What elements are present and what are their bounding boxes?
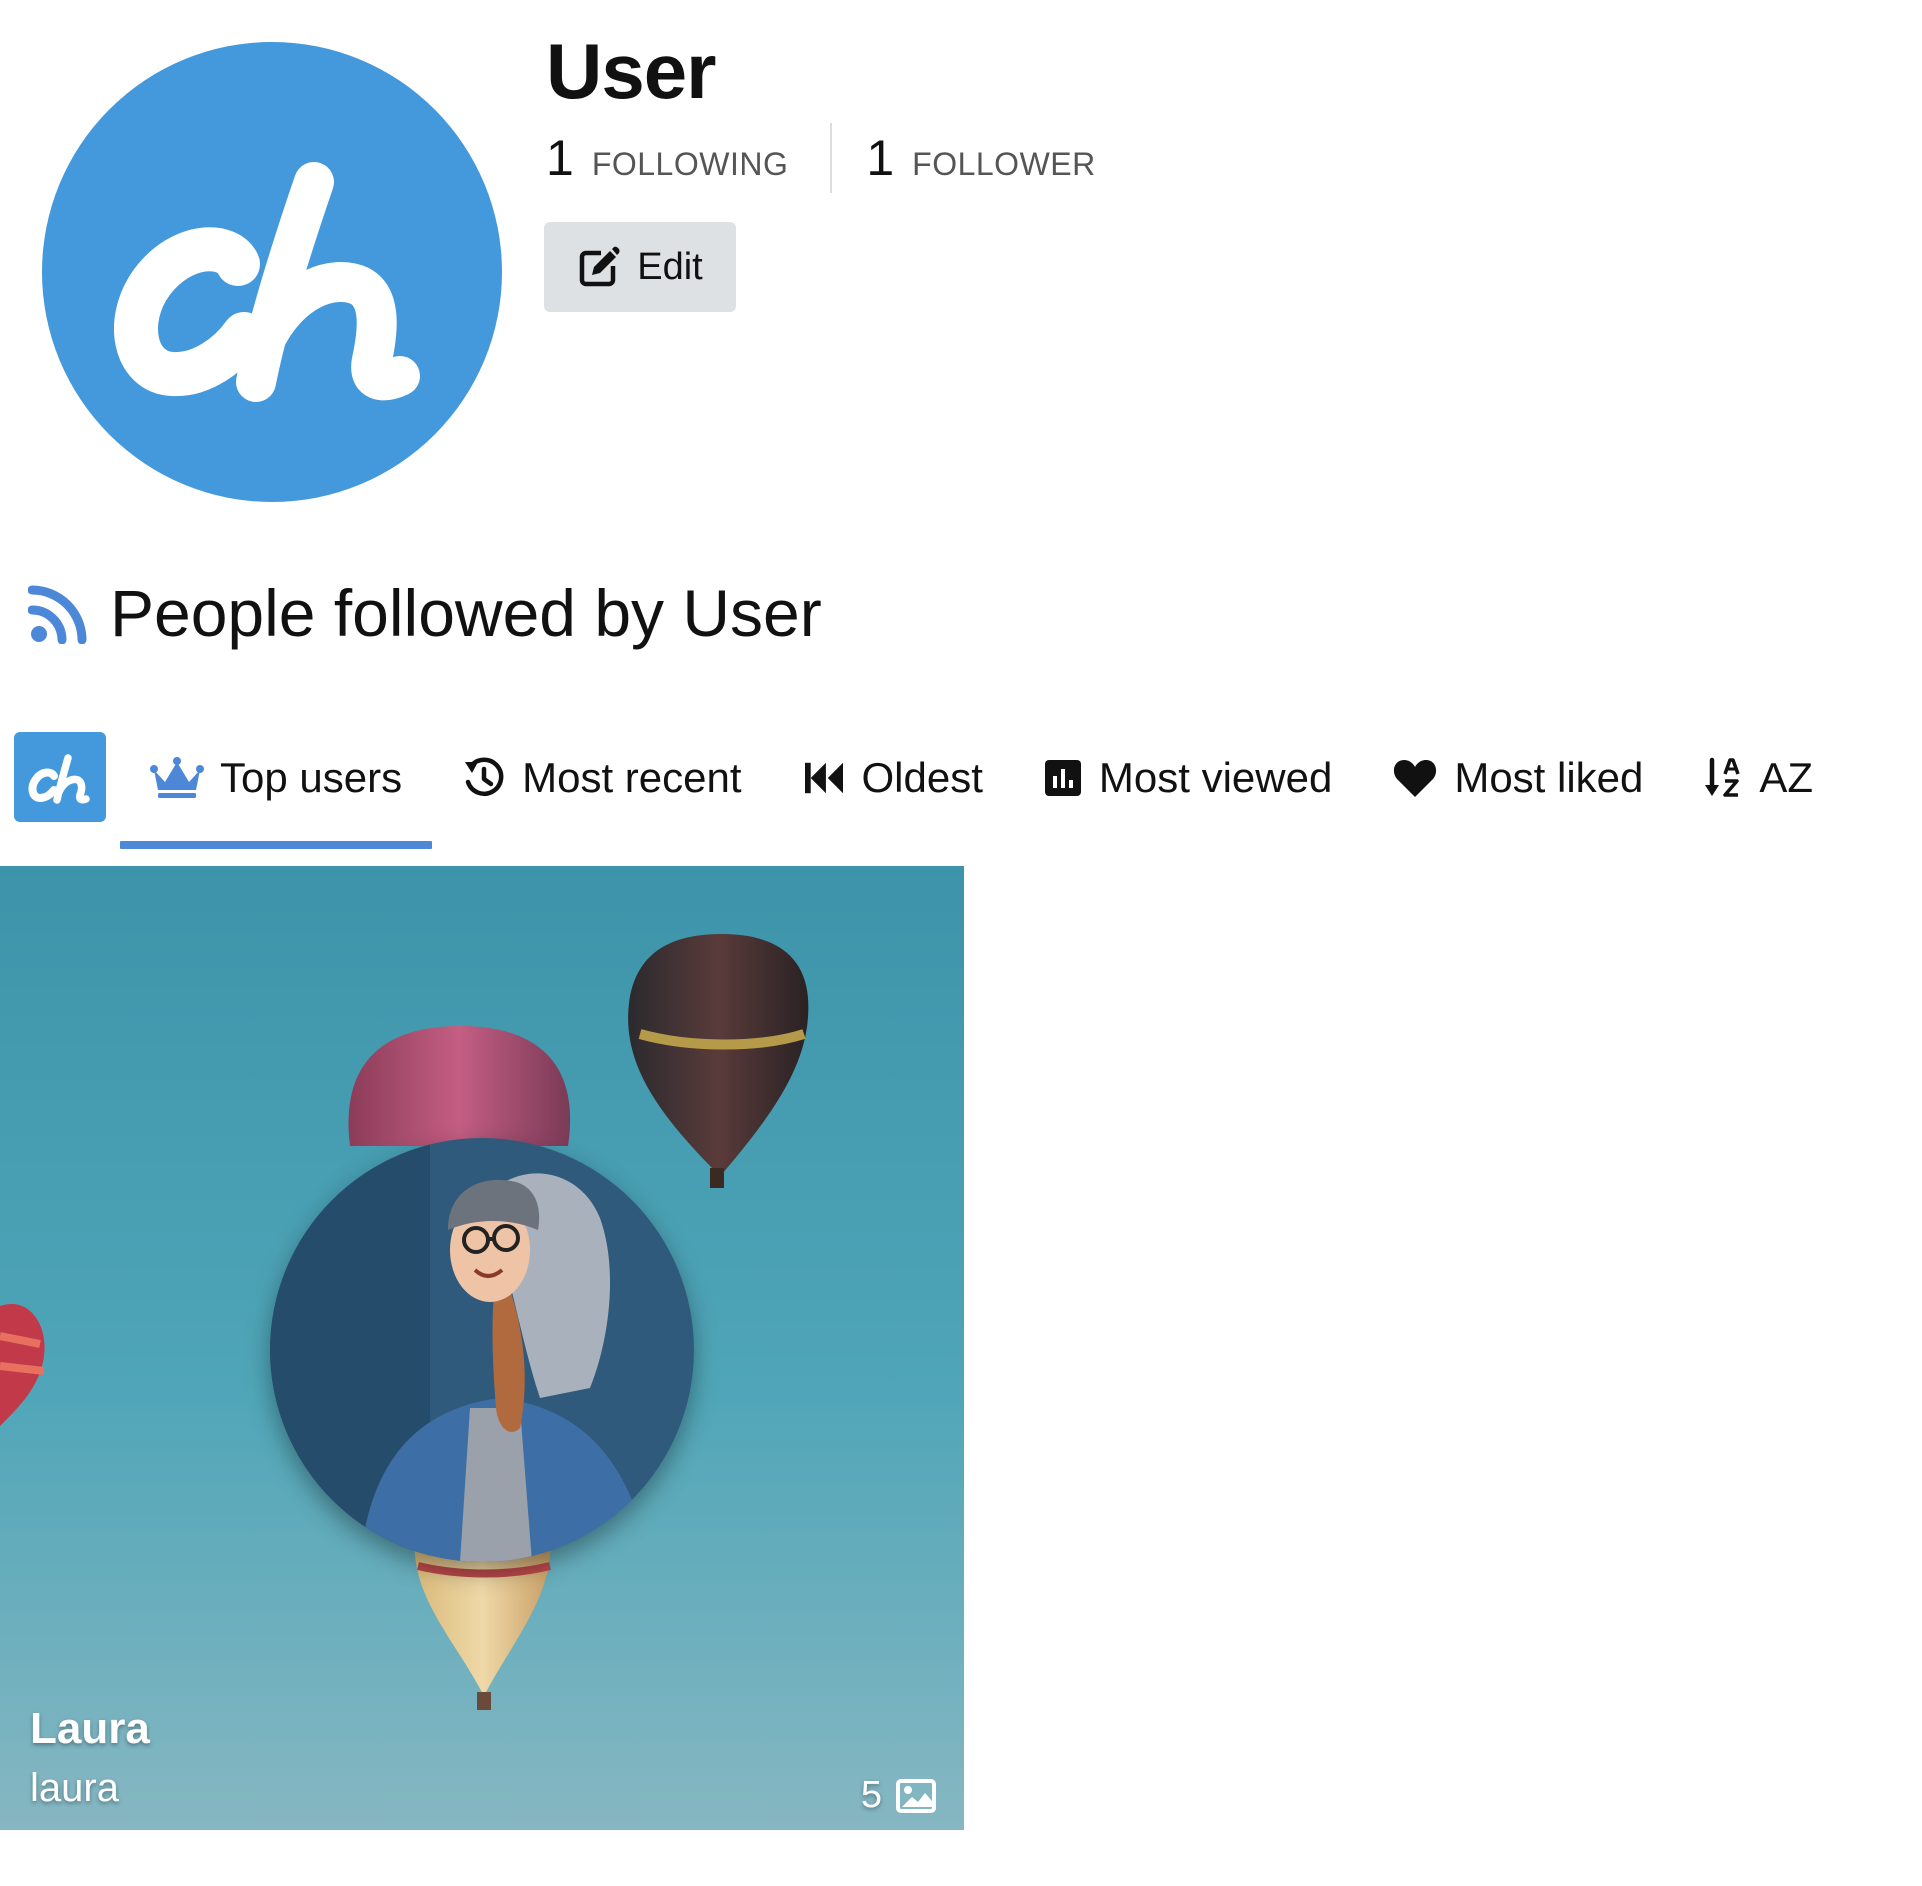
user-display-name: Laura bbox=[30, 1704, 150, 1753]
heart-icon bbox=[1394, 760, 1437, 797]
site-logo[interactable] bbox=[14, 732, 106, 822]
bar-chart-icon bbox=[1044, 760, 1081, 796]
following-link[interactable]: 1 FOLLOWING bbox=[546, 129, 788, 187]
profile-name: User bbox=[546, 27, 716, 115]
profile-avatar[interactable] bbox=[42, 42, 502, 502]
tab-label: AZ bbox=[1759, 754, 1814, 801]
image-count-value: 5 bbox=[860, 1774, 882, 1816]
sort-tabs: Top users Most recent Oldest Most viewed… bbox=[120, 738, 1843, 852]
followers-count: 1 bbox=[866, 130, 895, 186]
edit-button-label: Edit bbox=[637, 245, 703, 288]
tab-most-liked[interactable]: Most liked bbox=[1362, 738, 1673, 818]
chevereto-logo-icon bbox=[28, 754, 90, 804]
tab-label: Most recent bbox=[522, 754, 742, 801]
following-count: 1 bbox=[546, 130, 574, 186]
image-icon bbox=[896, 1778, 936, 1813]
user-card[interactable]: Laura laura 5 bbox=[0, 866, 964, 1830]
edit-profile-button[interactable]: Edit bbox=[544, 222, 736, 312]
history-icon bbox=[465, 757, 504, 796]
crown-icon bbox=[150, 757, 204, 798]
sort-alpha-icon bbox=[1705, 757, 1741, 797]
stats-divider bbox=[830, 123, 833, 193]
user-avatar bbox=[270, 1138, 694, 1562]
woman-in-hoodie-image bbox=[270, 1138, 694, 1562]
profile-page: User 1 FOLLOWING 1 FOLLOWER Edit People … bbox=[0, 0, 1922, 1886]
tab-label: Most liked bbox=[1454, 754, 1644, 801]
rss-icon bbox=[28, 585, 87, 644]
tab-az[interactable]: AZ bbox=[1673, 738, 1843, 818]
tab-label: Top users bbox=[220, 754, 403, 801]
tab-top-users[interactable]: Top users bbox=[120, 738, 433, 849]
tab-label: Oldest bbox=[861, 754, 983, 801]
followers-label: FOLLOWER bbox=[912, 146, 1096, 182]
backward-icon bbox=[804, 762, 843, 794]
chevereto-logo-icon bbox=[114, 162, 420, 402]
user-username: laura bbox=[30, 1766, 119, 1810]
section-title: People followed by User bbox=[110, 576, 822, 650]
tab-most-recent[interactable]: Most recent bbox=[432, 738, 771, 818]
tab-most-viewed[interactable]: Most viewed bbox=[1013, 738, 1362, 818]
tab-oldest[interactable]: Oldest bbox=[772, 738, 1013, 818]
section-heading: People followed by User bbox=[28, 568, 822, 658]
edit-icon bbox=[580, 246, 620, 287]
profile-stats: 1 FOLLOWING 1 FOLLOWER bbox=[546, 122, 1096, 194]
tab-label: Most viewed bbox=[1098, 754, 1333, 801]
user-image-count: 5 bbox=[861, 1774, 936, 1817]
following-label: FOLLOWING bbox=[591, 146, 789, 182]
followers-link[interactable]: 1 FOLLOWER bbox=[866, 129, 1095, 187]
